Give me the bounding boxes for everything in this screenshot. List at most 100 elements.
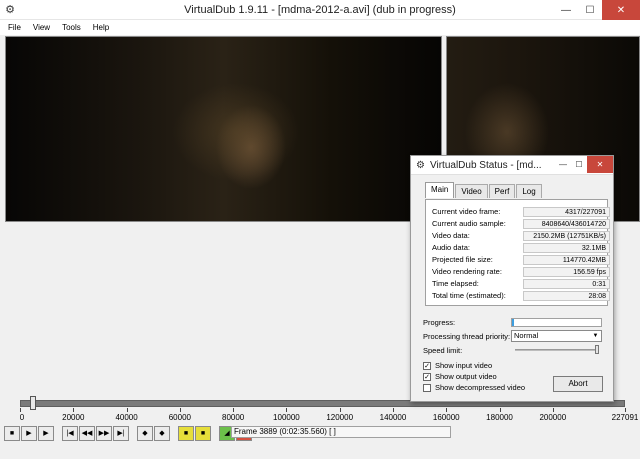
stat-label: Current audio sample: [432,219,506,228]
checkbox-label: Show output video [435,372,497,381]
timeline-tick-label: 180000 [486,413,513,422]
go-start-button[interactable]: |◀ [62,425,78,441]
checkbox-label: Show input video [435,361,493,370]
stat-row: Time elapsed: 0:31 [432,278,610,289]
progress-label: Progress: [423,318,456,327]
timeline-tick-label: 80000 [222,413,245,422]
stat-label: Total time (estimated): [432,291,506,300]
checkbox-show-decompressed[interactable]: Show decompressed video [423,383,525,392]
stat-label: Projected file size: [432,255,493,264]
input-video-frame [6,37,441,221]
timeline-tick-label: 0 [19,413,25,422]
timeline-tick [625,408,626,412]
stat-row: Video rendering rate: 156.59 fps [432,266,610,277]
window-controls: — ☐ ✕ [554,0,640,20]
priority-select[interactable]: Normal ▼ [511,330,602,342]
stat-row: Current video frame: 4317/227091 [432,206,610,217]
key-prev-button[interactable]: ◆ [137,425,153,441]
menu-view[interactable]: View [27,23,56,32]
timeline-tick [233,408,235,412]
play-output-button[interactable]: ▶ [38,425,54,441]
go-end-button[interactable]: ▶| [113,425,129,441]
progress-fill [512,319,514,326]
menu-help[interactable]: Help [87,23,115,32]
speed-limit-slider[interactable] [515,349,599,351]
stat-value: 28:08 [523,290,610,301]
timeline-tick [392,408,394,412]
timeline-tick [446,408,448,412]
dialog-app-icon: ⚙ [416,160,425,171]
timeline-tick [286,408,288,412]
priority-label: Processing thread priority: [423,332,511,341]
title-bar: ⚙ VirtualDub 1.9.11 - [mdma-2012-a.avi] … [0,0,640,20]
stat-label: Video rendering rate: [432,267,502,276]
timeline-tick-label: 120000 [326,413,354,422]
maximize-button[interactable]: ☐ [578,0,602,20]
timeline-tick-label: 20000 [62,413,85,422]
dialog-close-button[interactable]: ✕ [587,156,613,173]
timeline-tick-label: 227091 [611,413,639,422]
timeline-tick [499,408,501,412]
stat-label: Current video frame: [432,207,501,216]
chevron-down-icon: ▼ [592,333,599,339]
dialog-title: VirtualDub Status - [md... [430,160,542,171]
dialog-tabs: Main Video Perf Log [425,182,543,198]
timeline-tick [339,408,341,412]
menu-file[interactable]: File [0,23,27,32]
checkbox-show-output[interactable]: ✓ Show output video [423,372,497,381]
stat-label: Audio data: [432,243,470,252]
prev-keyframe-button[interactable]: ◀◀ [79,425,95,441]
menu-tools[interactable]: Tools [56,23,87,32]
tab-perf[interactable]: Perf [488,184,516,198]
timeline-tick [73,408,75,412]
main-tab-panel: Current video frame: 4317/227091 Current… [425,199,610,306]
minimize-button[interactable]: — [554,0,578,20]
timeline-tick-label: 140000 [379,413,407,422]
timeline-tick-label: 200000 [539,413,567,422]
next-keyframe-button[interactable]: ▶▶ [96,425,112,441]
stat-row: Total time (estimated): 28:08 [432,290,610,301]
stat-value: 8408640/436014720 [523,218,610,229]
key-next-button[interactable]: ◆ [154,425,170,441]
close-button[interactable]: ✕ [602,0,640,20]
timeline-tick [20,408,21,412]
checkbox-label: Show decompressed video [435,383,526,392]
play-input-button[interactable]: ▶ [21,425,37,441]
playback-toolbar: ■▶▶|◀◀◀▶▶▶|◆◆■■◢◣ [4,425,252,441]
timeline-ticks [20,408,626,413]
stat-value: 156.59 fps [523,266,610,277]
frame-readout: Frame 3889 (0:02:35.560) [ ] [231,426,451,438]
stat-value: 114770.42MB [523,254,610,265]
checkbox-show-input[interactable]: ✓ Show input video [423,361,492,370]
stat-label: Time elapsed: [432,279,479,288]
stat-row: Projected file size: 114770.42MB [432,254,610,265]
stat-row: Audio data: 32.1MB [432,242,610,253]
checkbox-box[interactable]: ✓ [423,372,431,381]
stat-row: Current audio sample: 8408640/436014720 [432,218,610,229]
scene-prev-button[interactable]: ■ [178,425,194,441]
dialog-minimize-button[interactable]: — [555,156,571,173]
speed-limit-label: Speed limit: [423,346,463,355]
checkbox-box[interactable]: ✓ [423,361,431,370]
speed-limit-knob[interactable] [595,345,599,354]
checkbox-box[interactable] [423,383,431,392]
input-video-pane [5,36,442,222]
abort-button[interactable]: Abort [553,376,603,392]
stat-value: 4317/227091 [523,206,610,217]
dialog-title-bar: ⚙ VirtualDub Status - [md... — ☐ ✕ [411,156,613,175]
timeline-tick-label: 100000 [273,413,300,422]
priority-value: Normal [514,331,539,340]
timeline-tick [179,408,181,412]
stat-row: Video data: 2150.2MB (12751KB/s) [432,230,610,241]
timeline-tick-label: 160000 [432,413,460,422]
stop-button[interactable]: ■ [4,425,20,441]
tab-video[interactable]: Video [455,184,488,198]
timeline-tick-label: 60000 [168,413,191,422]
menu-bar: File View Tools Help [0,20,640,35]
tab-log[interactable]: Log [516,184,542,198]
timeline-tick-label: 40000 [115,413,138,422]
tab-main[interactable]: Main [425,182,455,198]
dialog-window-controls: — ☐ ✕ [555,156,613,173]
dialog-maximize-button[interactable]: ☐ [571,156,587,173]
scene-next-button[interactable]: ■ [195,425,211,441]
